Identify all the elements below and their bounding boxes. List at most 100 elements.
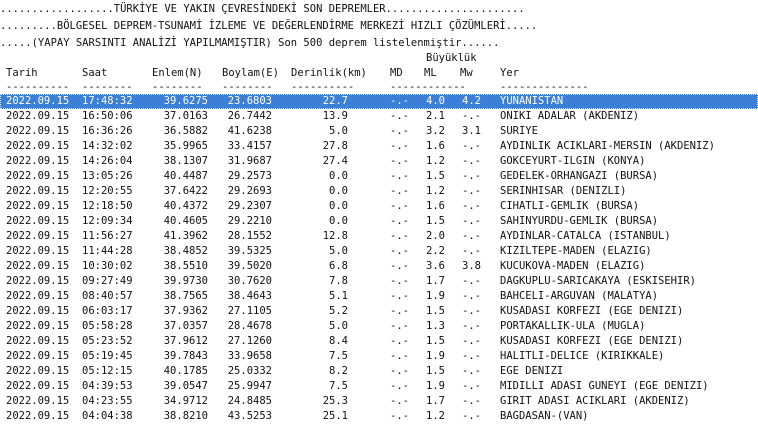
cell-ml: 2.0	[426, 230, 445, 242]
cell-md: -.-	[390, 410, 409, 422]
cell-md: -.-	[390, 110, 409, 122]
table-row[interactable]: 2022.09.15 11:56:27 41.3962 28.1552 12.8 -.- 2…	[0, 229, 758, 244]
table-row[interactable]: 2022.09.15 08:40:57 38.7565 38.4643 5.1 -.- 1.…	[0, 289, 758, 304]
cell-place: ONIKI ADALAR (AKDENIZ)	[500, 110, 640, 122]
cell-md: -.-	[390, 200, 409, 212]
cell-longitude: 41.6238	[227, 125, 272, 137]
divider-boylam: --------	[222, 81, 273, 93]
table-row[interactable]: 2022.09.15 04:39:53 39.0547 25.9947 7.5 -.- 1.…	[0, 379, 758, 394]
cell-date: 2022.09.15	[6, 380, 70, 392]
cell-mw: 4.2	[462, 95, 481, 107]
cell-place: AYDINLAR-CATALCA (ISTANBUL)	[500, 230, 671, 242]
divider-magnitude: ------------	[390, 81, 466, 93]
cell-md: -.-	[390, 230, 409, 242]
cell-md: -.-	[390, 350, 409, 362]
cell-date: 2022.09.15	[6, 140, 70, 152]
cell-depth: 13.9	[322, 110, 348, 122]
cell-date: 2022.09.15	[6, 200, 70, 212]
cell-md: -.-	[390, 335, 409, 347]
cell-latitude: 39.6275	[163, 95, 208, 107]
table-row[interactable]: 2022.09.15 12:20:55 37.6422 29.2693 0.0 -.- 1.…	[0, 184, 758, 199]
earthquake-list-screen: ..................TÜRKİYE VE YAKIN ÇEVRE…	[0, 0, 758, 424]
cell-time: 16:50:06	[82, 110, 133, 122]
cell-mw: 3.8	[462, 260, 481, 272]
table-row-selected[interactable]: 2022.09.15 17:48:32 39.6275 23.6803 22.7 -.- 4…	[0, 94, 758, 109]
magnitude-group-row: Büyüklük	[0, 51, 758, 66]
col-header-enlem: Enlem(N)	[152, 67, 203, 79]
cell-depth: 5.0	[329, 125, 348, 137]
cell-ml: 4.0	[426, 95, 445, 107]
cell-ml: 1.2	[426, 185, 445, 197]
cell-mw: -.-	[462, 170, 481, 182]
table-row[interactable]: 2022.09.15 14:32:02 35.9965 33.4157 27.8 -.- 1…	[0, 139, 758, 154]
cell-md: -.-	[390, 140, 409, 152]
table-row[interactable]: 2022.09.15 12:09:34 40.4605 29.2210 0.0 -.- 1.…	[0, 214, 758, 229]
cell-longitude: 43.5253	[227, 410, 272, 422]
cell-date: 2022.09.15	[6, 395, 70, 407]
cell-md: -.-	[390, 395, 409, 407]
table-row[interactable]: 2022.09.15 11:44:28 38.4852 39.5325 5.0 -.- 2.…	[0, 244, 758, 259]
cell-place: DAGKUPLU-SARICAKAYA (ESKISEHIR)	[500, 275, 696, 287]
cell-date: 2022.09.15	[6, 365, 70, 377]
cell-longitude: 33.9658	[227, 350, 272, 362]
cell-ml: 1.2	[426, 410, 445, 422]
cell-longitude: 29.2307	[227, 200, 272, 212]
cell-latitude: 40.4372	[163, 200, 208, 212]
table-row[interactable]: 2022.09.15 06:03:17 37.9362 27.1105 5.2 -.- 1.…	[0, 304, 758, 319]
cell-depth: 5.0	[329, 320, 348, 332]
cell-latitude: 37.0357	[163, 320, 208, 332]
cell-time: 04:04:38	[82, 410, 133, 422]
table-row[interactable]: 2022.09.15 13:05:26 40.4487 29.2573 0.0 -.- 1.…	[0, 169, 758, 184]
cell-longitude: 28.1552	[227, 230, 272, 242]
cell-time: 16:36:26	[82, 125, 133, 137]
header-agency-line: .........BÖLGESEL DEPREM-TSUNAMİ İZLEME …	[0, 20, 538, 32]
table-row[interactable]: 2022.09.15 09:27:49 39.9730 30.7620 7.8 -.- 1.…	[0, 274, 758, 289]
cell-date: 2022.09.15	[6, 260, 70, 272]
cell-latitude: 36.5882	[163, 125, 208, 137]
cell-date: 2022.09.15	[6, 215, 70, 227]
cell-place: SURIYE	[500, 125, 538, 137]
table-row[interactable]: 2022.09.15 05:19:45 39.7843 33.9658 7.5 -.- 1.…	[0, 349, 758, 364]
cell-ml: 1.5	[426, 170, 445, 182]
divider-saat: --------	[82, 81, 133, 93]
cell-time: 05:12:15	[82, 365, 133, 377]
cell-mw: -.-	[462, 410, 481, 422]
divider-tarih: ----------	[6, 81, 70, 93]
table-row[interactable]: 2022.09.15 10:30:02 38.5510 39.5020 6.8 -.- 3.…	[0, 259, 758, 274]
cell-ml: 1.6	[426, 140, 445, 152]
table-row[interactable]: 2022.09.15 16:36:26 36.5882 41.6238 5.0 -.- 3.…	[0, 124, 758, 139]
cell-time: 11:44:28	[82, 245, 133, 257]
cell-place: GOKCEYURT-ILGIN (KONYA)	[500, 155, 646, 167]
cell-date: 2022.09.15	[6, 275, 70, 287]
header-note-line: .....(YAPAY SARSINTI ANALİZİ YAPILMAMIŞT…	[0, 37, 500, 49]
table-row[interactable]: 2022.09.15 14:26:04 38.1307 31.9687 27.4 -.- 1…	[0, 154, 758, 169]
cell-place: EGE DENIZI	[500, 365, 564, 377]
table-row[interactable]: 2022.09.15 05:12:15 40.1785 25.0332 8.2 -.- 1.…	[0, 364, 758, 379]
cell-ml: 1.2	[426, 155, 445, 167]
cell-place: KUSADASI KORFEZI (EGE DENIZI)	[500, 335, 684, 347]
cell-md: -.-	[390, 215, 409, 227]
cell-time: 04:39:53	[82, 380, 133, 392]
cell-mw: -.-	[462, 110, 481, 122]
cell-ml: 1.9	[426, 350, 445, 362]
cell-md: -.-	[390, 170, 409, 182]
table-row[interactable]: 2022.09.15 16:50:06 37.0163 26.7442 13.9 -.- 2…	[0, 109, 758, 124]
cell-mw: -.-	[462, 395, 481, 407]
table-row[interactable]: 2022.09.15 05:58:28 37.0357 28.4678 5.0 -.- 1.…	[0, 319, 758, 334]
cell-mw: -.-	[462, 200, 481, 212]
col-header-boylam: Boylam(E)	[222, 67, 279, 79]
cell-depth: 8.2	[329, 365, 348, 377]
cell-md: -.-	[390, 365, 409, 377]
cell-md: -.-	[390, 185, 409, 197]
cell-ml: 2.1	[426, 110, 445, 122]
table-row[interactable]: 2022.09.15 12:18:50 40.4372 29.2307 0.0 -.- 1.…	[0, 199, 758, 214]
cell-place: AYDINLIK ACIKLARI-MERSIN (AKDENIZ)	[500, 140, 715, 152]
table-row[interactable]: 2022.09.15 04:23:55 34.9712 24.8485 25.3 -.- 1…	[0, 394, 758, 409]
table-row[interactable]: 2022.09.15 04:04:38 38.8210 43.5253 25.1 -.- 1…	[0, 409, 758, 424]
cell-md: -.-	[390, 275, 409, 287]
table-row[interactable]: 2022.09.15 05:23:52 37.9612 27.1260 8.4 -.- 1.…	[0, 334, 758, 349]
cell-longitude: 23.6803	[227, 95, 272, 107]
cell-ml: 1.3	[426, 320, 445, 332]
cell-latitude: 38.8210	[163, 410, 208, 422]
cell-depth: 22.7	[322, 95, 348, 107]
